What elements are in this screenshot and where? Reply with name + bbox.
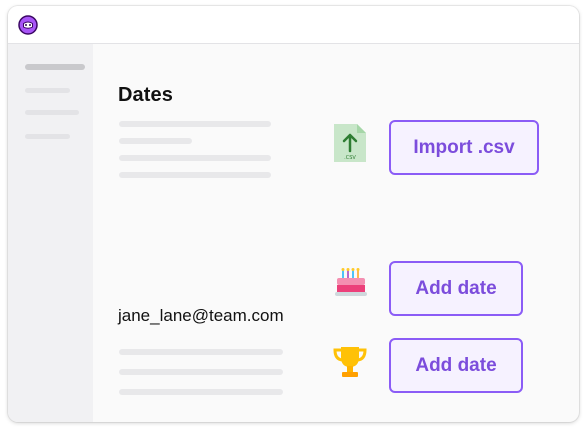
sidebar-item[interactable] xyxy=(25,134,70,139)
add-achievement-date-button[interactable]: Add date xyxy=(389,338,523,393)
sidebar xyxy=(8,44,93,422)
placeholder-text-line xyxy=(119,349,283,355)
placeholder-text-line xyxy=(119,172,271,178)
placeholder-text-line xyxy=(119,138,192,144)
page-title: Dates xyxy=(118,84,173,106)
app-logo-icon[interactable] xyxy=(18,15,38,35)
sidebar-item[interactable] xyxy=(25,110,79,115)
csv-upload-icon: .CSV xyxy=(334,124,366,162)
placeholder-text-line xyxy=(119,389,283,395)
user-email: jane_lane@team.com xyxy=(118,306,284,325)
sidebar-item-active[interactable] xyxy=(25,64,85,70)
placeholder-text-line xyxy=(119,155,271,161)
title-bar xyxy=(8,6,579,44)
import-csv-button[interactable]: Import .csv xyxy=(389,120,539,175)
add-birthday-date-button[interactable]: Add date xyxy=(389,261,523,316)
placeholder-text-line xyxy=(119,369,283,375)
csv-icon-label: .CSV xyxy=(344,155,356,161)
sidebar-item[interactable] xyxy=(25,88,70,93)
app-window: Dates .CSV Import .csv Add date jane_lan… xyxy=(8,6,579,422)
trophy-icon xyxy=(333,347,367,377)
birthday-cake-icon xyxy=(335,268,367,296)
main-content: Dates .CSV Import .csv Add date jane_lan… xyxy=(93,44,579,422)
placeholder-text-line xyxy=(119,121,271,127)
